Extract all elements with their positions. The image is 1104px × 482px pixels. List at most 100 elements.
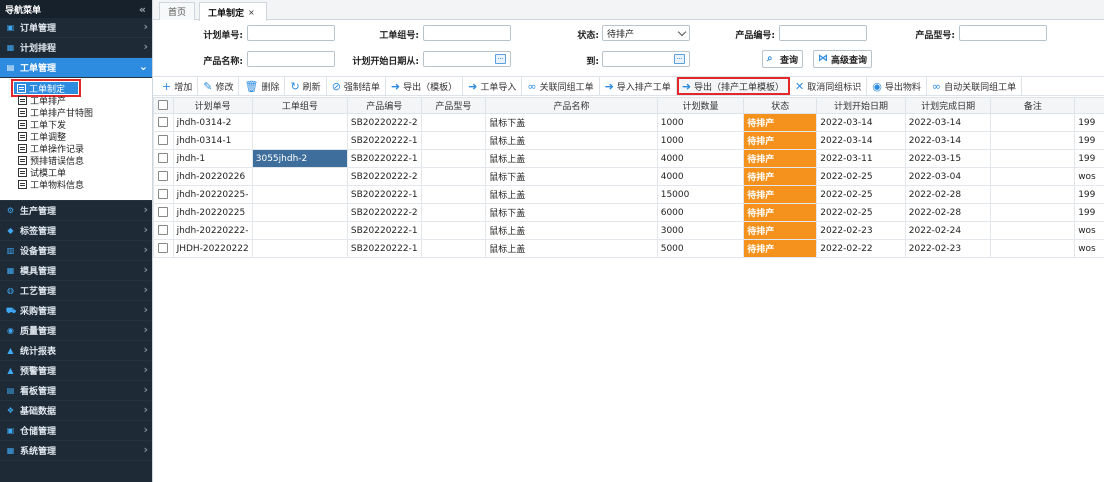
export-template-button[interactable]: ➜ 导出（模板） bbox=[386, 77, 464, 95]
submenu-item-errors[interactable]: 预排错误信息 bbox=[0, 154, 152, 167]
link-group-button[interactable]: ∞ 关联同组工单 bbox=[522, 77, 600, 95]
scroll-up-icon[interactable] bbox=[1096, 97, 1104, 119]
menu-item-schedule[interactable]: ▦ 计划排程 › bbox=[0, 38, 152, 58]
menu-item-chart[interactable]: ▲ 统计报表 › bbox=[0, 341, 152, 361]
row-checkbox[interactable] bbox=[158, 117, 169, 128]
table-header-row: 计划单号 工单组号 产品编号 产品型号 产品名称 计划数量 状态 计划开始日期 计划完成日期 备注 bbox=[153, 97, 1104, 114]
menu-item-gear[interactable]: ⚙ 生产管理 › bbox=[0, 201, 152, 221]
column-header[interactable]: 产品名称 bbox=[485, 97, 658, 114]
table-row[interactable]: jhdh-1 3055jhdh-2 SB20220222-1 鼠标上盖 4000 待排产 2… bbox=[153, 149, 1104, 168]
row-checkbox[interactable] bbox=[158, 189, 169, 200]
auto-link-group-button[interactable]: ∞ 自动关联同组工单 bbox=[927, 77, 1023, 95]
submenu-item-trial[interactable]: 试模工单 bbox=[0, 166, 152, 179]
submenu-item-material[interactable]: 工单物料信息 bbox=[0, 178, 152, 191]
product-model-input[interactable] bbox=[959, 25, 1047, 41]
menu-item-warehouse[interactable]: ▣ 仓储管理 › bbox=[0, 421, 152, 441]
edit-button[interactable]: ✎ 修改 bbox=[198, 77, 240, 95]
advanced-search-button[interactable]: ⋈ 高级查询 bbox=[813, 50, 873, 68]
submenu-item-schedule[interactable]: 工单排产 bbox=[0, 94, 152, 107]
table-row[interactable]: jhdh-20220225- SB20220222-1 鼠标上盖 15000 待排产 20… bbox=[153, 185, 1104, 204]
tab-label: 首页 bbox=[168, 8, 187, 18]
import-schedule-button[interactable]: ➜ 导入排产工单 bbox=[600, 77, 677, 95]
column-header[interactable]: 产品型号 bbox=[420, 97, 487, 114]
select-value: 待排产 bbox=[607, 29, 635, 40]
submenu-item-adjust[interactable]: 工单调整 bbox=[0, 130, 152, 143]
table-row[interactable]: jhdh-0314-1 SB20220222-1 鼠标上盖 1000 待排产 2022-0… bbox=[153, 131, 1104, 150]
table-cell: 2022-02-28 bbox=[904, 203, 992, 222]
collapse-sidebar-icon[interactable]: « bbox=[139, 3, 146, 16]
table-row[interactable]: jhdh-0314-2 SB20220222-2 鼠标下盖 1000 待排产 2022-0… bbox=[153, 113, 1104, 132]
import-button[interactable]: ➜ 工单导入 bbox=[463, 77, 523, 95]
table-cell: 鼠标下盖 bbox=[485, 203, 658, 222]
order-group-input[interactable] bbox=[423, 25, 511, 41]
submenu-item-create[interactable]: 工单制定 bbox=[11, 79, 81, 97]
menu-item-workorder[interactable]: ▤ 工单管理 ⌄ bbox=[0, 58, 152, 78]
product-code-input[interactable] bbox=[779, 25, 867, 41]
select-all-checkbox[interactable] bbox=[158, 100, 169, 111]
delete-button[interactable]: 🗑 删除 bbox=[239, 77, 286, 95]
row-checkbox[interactable] bbox=[158, 153, 169, 164]
export-schedule-template-button[interactable]: ➜ 导出（排产工单模板） bbox=[676, 77, 791, 95]
column-header[interactable]: 备注 bbox=[990, 97, 1076, 114]
column-header[interactable]: 计划单号 bbox=[172, 97, 253, 114]
menu-item-quality[interactable]: ◉ 质量管理 › bbox=[0, 321, 152, 341]
export-material-button[interactable]: ◉ 导出物料 bbox=[867, 77, 927, 95]
table-cell: SB20220222-1 bbox=[346, 131, 422, 150]
row-checkbox[interactable] bbox=[158, 135, 169, 146]
add-button[interactable]: + 增加 bbox=[157, 77, 199, 95]
menu-item-order[interactable]: ▣ 订单管理 › bbox=[0, 18, 152, 38]
menu-item-tag[interactable]: ◆ 标签管理 › bbox=[0, 221, 152, 241]
menu-item-mold[interactable]: ▦ 模具管理 › bbox=[0, 261, 152, 281]
pencil-icon: ✎ bbox=[203, 79, 213, 93]
tab-workorder-create[interactable]: 工单制定 × bbox=[199, 2, 267, 21]
calendar-icon[interactable] bbox=[495, 54, 506, 64]
force-close-button[interactable]: ⊘ 强制结单 bbox=[327, 77, 386, 95]
menu-item-board[interactable]: ▤ 看板管理 › bbox=[0, 381, 152, 401]
refresh-button[interactable]: ↻ 刷新 bbox=[285, 77, 327, 95]
chevron-right-icon: › bbox=[143, 423, 148, 436]
product-name-input[interactable] bbox=[247, 51, 335, 67]
table-cell: 199 bbox=[1074, 185, 1104, 204]
sidebar: 导航菜单 « ▣ 订单管理 › ▦ 计划排程 › ▤ 工单管理 ⌄ 工单制定 工… bbox=[0, 0, 152, 482]
table-cell bbox=[990, 131, 1076, 150]
submenu-item-dispatch[interactable]: 工单下发 bbox=[0, 118, 152, 131]
menu-item-cart[interactable]: ⛟ 采购管理 › bbox=[0, 301, 152, 321]
calendar-icon[interactable] bbox=[674, 54, 685, 64]
action-toolbar: + 增加 ✎ 修改 🗑 删除 ↻ 刷新 ⊘ 强制结单 ➜ 导出（模板） ➜ 工单导入 ∞ 关联同组工单 ➜ 导入排… bbox=[153, 76, 1104, 96]
column-header[interactable]: 计划数量 bbox=[656, 97, 745, 114]
column-header[interactable]: 产品编号 bbox=[346, 97, 422, 114]
column-header[interactable]: 计划完成日期 bbox=[904, 97, 992, 114]
tab-home[interactable]: 首页 bbox=[159, 2, 196, 20]
search-button[interactable]: ⌕ 查询 bbox=[762, 50, 804, 68]
list-icon bbox=[18, 95, 27, 105]
menu-item-process[interactable]: ◍ 工艺管理 › bbox=[0, 281, 152, 301]
plan-no-input[interactable] bbox=[247, 25, 335, 41]
table-row[interactable]: jhdh-20220222- SB20220222-1 鼠标上盖 3000 待排产 202… bbox=[153, 221, 1104, 240]
menu-item-warning[interactable]: ▲ 预警管理 › bbox=[0, 361, 152, 381]
close-tab-icon[interactable]: × bbox=[248, 8, 255, 17]
table-row[interactable]: jhdh-20220226 SB20220222-2 鼠标下盖 4000 待排产 2022… bbox=[153, 167, 1104, 186]
submenu-item-gantt[interactable]: 工单排产甘特图 bbox=[0, 106, 152, 119]
table-row[interactable]: JHDH-20220222 SB20220222-1 鼠标上盖 5000 待排产 2022… bbox=[153, 239, 1104, 258]
submenu-item-log[interactable]: 工单操作记录 bbox=[0, 142, 152, 155]
status-select[interactable]: 待排产 bbox=[602, 25, 690, 41]
table-cell: 鼠标上盖 bbox=[485, 221, 658, 240]
table-row[interactable]: jhdh-20220225 SB20220222-2 鼠标下盖 6000 待排产 2022… bbox=[153, 203, 1104, 222]
table-cell: 鼠标上盖 bbox=[485, 149, 658, 168]
table-cell: 鼠标上盖 bbox=[485, 131, 658, 150]
row-checkbox-cell bbox=[153, 113, 174, 132]
row-checkbox[interactable] bbox=[158, 207, 169, 218]
export-icon: ➜ bbox=[681, 79, 692, 93]
start-date-input[interactable] bbox=[423, 51, 511, 67]
row-checkbox[interactable] bbox=[158, 225, 169, 236]
menu-item-database[interactable]: ❖ 基础数据 › bbox=[0, 401, 152, 421]
row-checkbox[interactable] bbox=[158, 243, 169, 254]
menu-item-device[interactable]: ▥ 设备管理 › bbox=[0, 241, 152, 261]
end-date-input[interactable] bbox=[602, 51, 690, 67]
cancel-group-button[interactable]: ✕ 取消同组标识 bbox=[790, 77, 868, 95]
row-checkbox[interactable] bbox=[158, 171, 169, 182]
menu-item-system[interactable]: ▦ 系统管理 › bbox=[0, 441, 152, 461]
column-header[interactable]: 状态 bbox=[743, 97, 818, 114]
column-header[interactable]: 计划开始日期 bbox=[816, 97, 906, 114]
column-header[interactable]: 工单组号 bbox=[251, 97, 348, 114]
